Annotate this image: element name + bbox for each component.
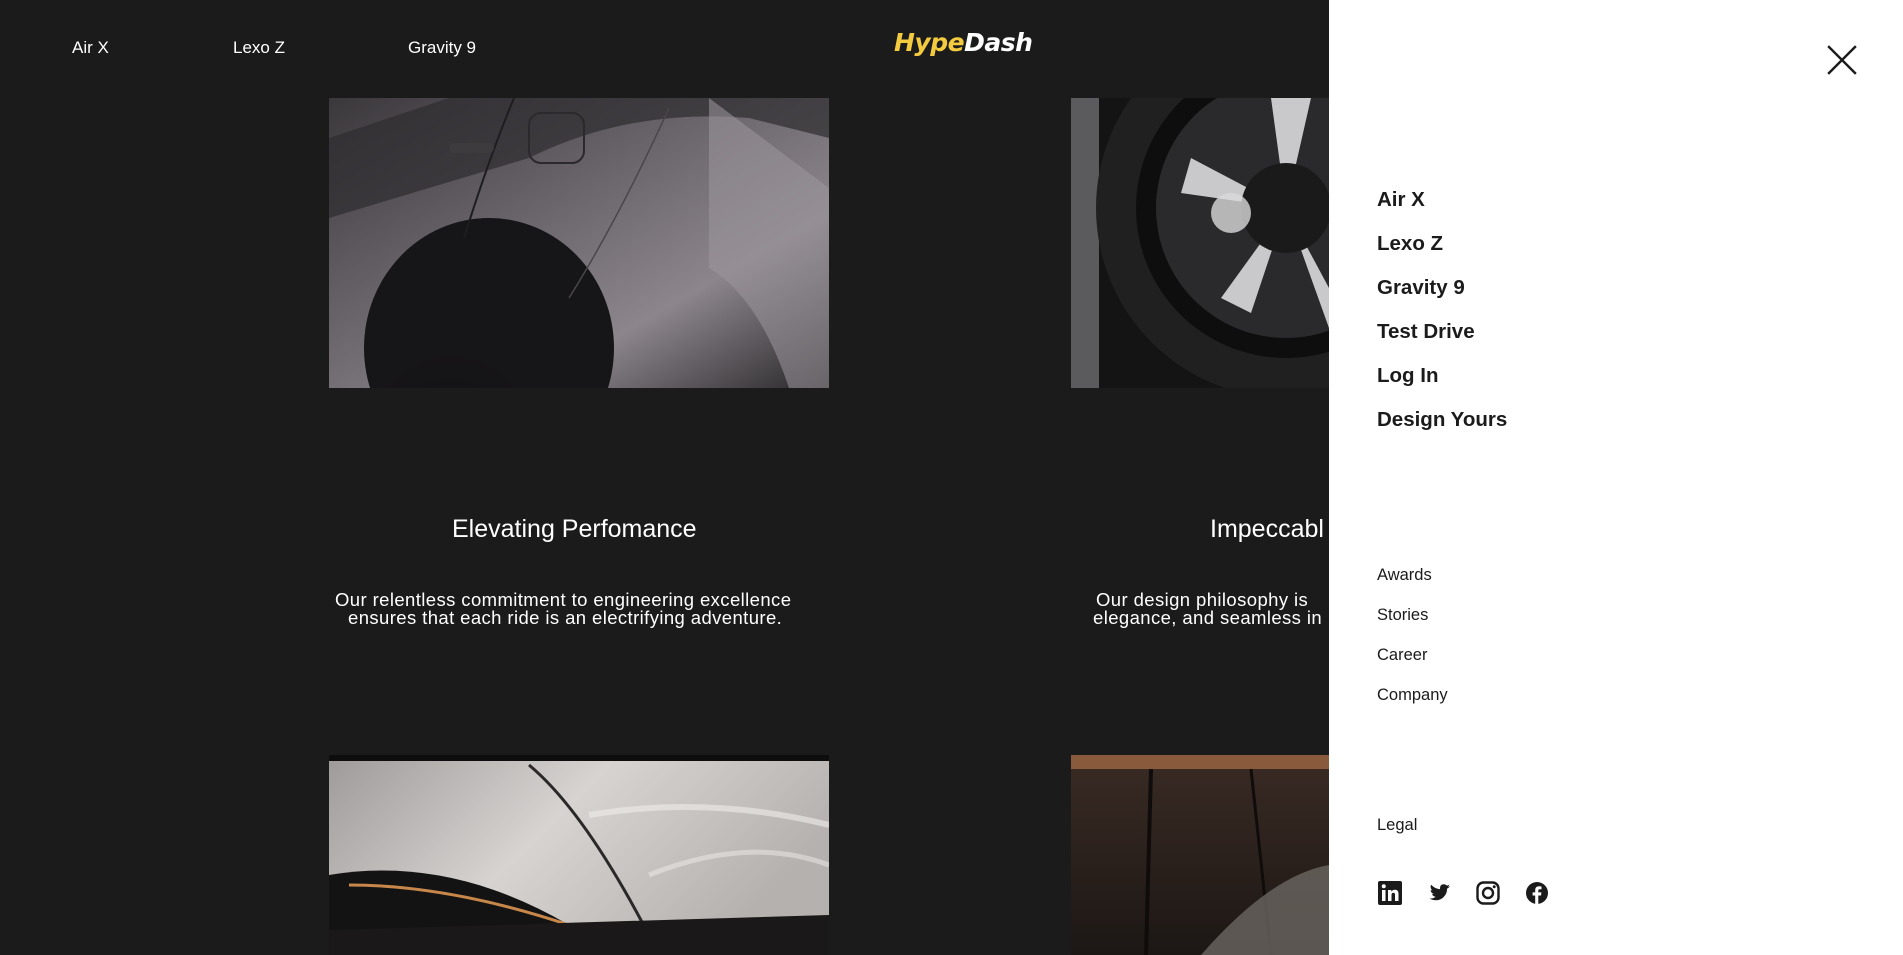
- menu-link-design-yours[interactable]: Design Yours: [1377, 408, 1507, 432]
- facebook-icon[interactable]: [1524, 880, 1550, 906]
- menu-link-lexo-z[interactable]: Lexo Z: [1377, 232, 1443, 256]
- linkedin-icon[interactable]: [1377, 880, 1403, 906]
- feature-title-design: Impeccabl: [1210, 515, 1324, 543]
- menu-link-career[interactable]: Career: [1377, 646, 1427, 665]
- menu-link-air-x[interactable]: Air X: [1377, 188, 1425, 212]
- menu-link-gravity-9[interactable]: Gravity 9: [1377, 276, 1465, 300]
- instagram-icon[interactable]: [1475, 880, 1501, 906]
- navigation-drawer: [1329, 0, 1903, 955]
- logo-part-2: Dash: [964, 28, 1033, 57]
- car-side-photo: [329, 98, 829, 388]
- menu-link-company[interactable]: Company: [1377, 686, 1448, 705]
- close-icon[interactable]: [1826, 44, 1858, 76]
- menu-link-test-drive[interactable]: Test Drive: [1377, 320, 1475, 344]
- car-hood-photo: [329, 755, 829, 955]
- topnav-link-gravity-9[interactable]: Gravity 9: [408, 38, 476, 58]
- logo[interactable]: HypeDash: [894, 28, 1033, 57]
- logo-part-1: Hype: [894, 28, 965, 57]
- menu-link-awards[interactable]: Awards: [1377, 566, 1432, 585]
- menu-link-legal[interactable]: Legal: [1377, 816, 1417, 835]
- feature-title-performance: Elevating Perfomance: [452, 515, 697, 543]
- wheel-photo: [1071, 98, 1329, 388]
- topnav-link-lexo-z[interactable]: Lexo Z: [233, 38, 285, 58]
- feature-desc-performance-line-2: ensures that each ride is an electrifyin…: [348, 607, 783, 628]
- twitter-icon[interactable]: [1426, 880, 1452, 906]
- page: Air X Lexo Z Gravity 9 HypeDash Elevatin…: [0, 0, 1903, 955]
- car-door-photo: [1071, 755, 1329, 955]
- menu-link-stories[interactable]: Stories: [1377, 606, 1428, 625]
- feature-desc-design-line-2: elegance, and seamless in: [1093, 607, 1323, 628]
- menu-link-log-in[interactable]: Log In: [1377, 364, 1438, 388]
- topnav-link-air-x[interactable]: Air X: [72, 38, 109, 58]
